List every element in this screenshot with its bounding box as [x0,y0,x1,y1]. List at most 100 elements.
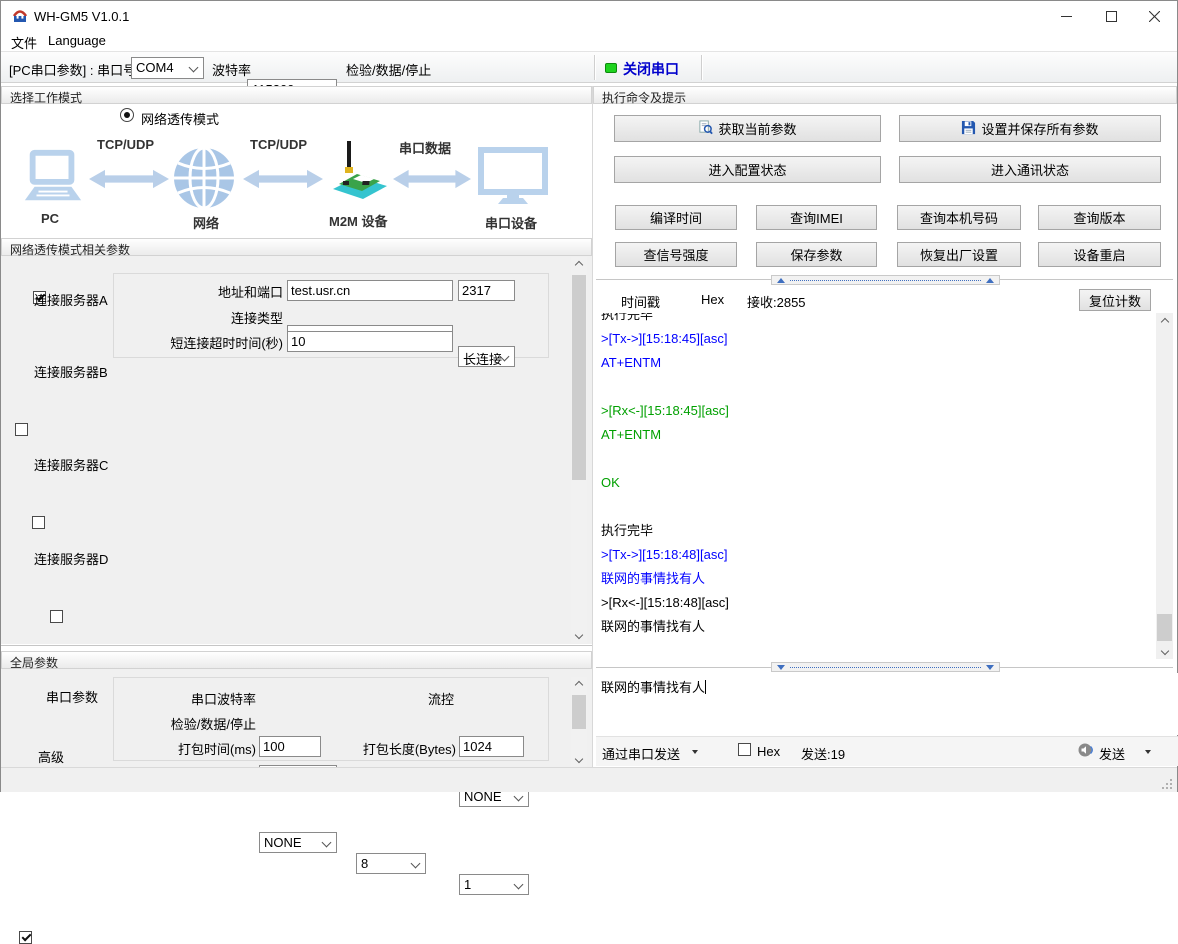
net-transparent-mode-label: 网络透传模式 [141,109,219,128]
compile-time-button[interactable]: 编译时间 [615,205,737,230]
menu-language[interactable]: Language [48,33,106,48]
server-d-label: 连接服务器D [34,549,108,568]
collapse-down-icon [986,665,994,670]
collapse-down-icon [777,665,785,670]
serial-params-label: 串口参数 [46,687,98,706]
set-save-params-label: 设置并保存所有参数 [981,119,1098,138]
log-line: 联网的事情找有人 [601,567,1156,591]
advanced-checkbox[interactable] [19,931,32,944]
scroll-down-icon[interactable] [1156,642,1173,659]
panel-separator [592,86,593,767]
text-caret [705,680,706,694]
enter-config-button[interactable]: 进入配置状态 [614,156,881,183]
status-bar [1,767,1177,792]
menu-file[interactable]: 文件 [11,33,37,52]
send-button[interactable]: 发送 [1099,744,1125,763]
g-stopbits-combo[interactable]: 1 [459,874,529,895]
log-line: 执行完毕 [601,519,1156,543]
server-c-label: 连接服务器C [34,455,108,474]
app-window: { "window": { "title": "WH-GM5 V1.0.1" }… [0,0,1178,792]
send-hex-checkbox[interactable] [738,743,751,756]
log-view[interactable]: 执行完毕>[Tx->][15:18:45][asc]AT+ENTM >[Rx<-… [596,313,1156,659]
speaker-icon [1078,742,1094,763]
short-conn-timeout-input[interactable] [287,331,453,352]
log-content: 执行完毕>[Tx->][15:18:45][asc]AT+ENTM >[Rx<-… [596,313,1156,639]
server-address-input[interactable] [287,280,453,301]
arrow-icon [89,169,169,194]
resize-grip-icon[interactable] [1161,776,1172,794]
net-params-scrollbar[interactable] [571,257,587,643]
reset-count-button[interactable]: 复位计数 [1079,289,1151,311]
close-icon [1149,11,1160,22]
query-number-button[interactable]: 查询本机号码 [897,205,1021,230]
minimize-button[interactable] [1044,1,1089,31]
scrollbar-thumb[interactable] [1157,614,1172,641]
panel-divider [1,645,592,647]
set-save-params-button[interactable]: 设置并保存所有参数 [899,115,1161,142]
log-line: 联网的事情找有人 [601,615,1156,639]
scroll-down-icon[interactable] [571,627,587,643]
scroll-up-icon[interactable] [1156,313,1173,330]
maximize-button[interactable] [1089,1,1134,31]
g-parity-combo[interactable]: NONE [259,832,337,853]
pc-serial-label: [PC串口参数] : 串口号 [9,60,136,79]
short-conn-timeout-label: 短连接超时时间(秒) [111,333,283,352]
com-port-combo[interactable]: COM4 [131,57,204,79]
log-line: 执行完毕 [601,313,1156,327]
global-scrollbar[interactable] [571,677,587,767]
server-b-label: 连接服务器B [34,362,108,381]
dropdown-arrow-icon[interactable] [692,750,698,754]
parity-data-stop-label: 检验/数据/停止 [346,60,431,79]
addr-port-label: 地址和端口 [111,282,283,301]
maximize-icon [1106,11,1117,22]
menu-bar: 文件 Language [1,31,1177,51]
splitter-handle-top[interactable] [771,275,1000,285]
server-port-input[interactable] [458,280,515,301]
net-transparent-mode-radio[interactable] [120,108,134,122]
device-restart-button[interactable]: 设备重启 [1038,242,1161,267]
send-input-text: 联网的事情找有人 [601,680,705,695]
node-label-m2m: M2M 设备 [329,211,388,230]
m2m-device-icon [329,139,391,210]
link-label-tcp1: TCP/UDP [97,137,154,152]
send-via-dropdown[interactable]: 通过串口发送 [602,744,680,763]
send-count: 发送:19 [801,744,845,763]
title-bar: WH-GM5 V1.0.1 [1,1,1177,31]
scroll-down-icon[interactable] [571,751,587,767]
scrollbar-thumb[interactable] [572,695,586,729]
minimize-icon [1061,11,1072,22]
net-params-header: 网络透传模式相关参数 [1,238,592,256]
close-port-button[interactable]: 关闭串口 [623,59,679,79]
server-d-checkbox[interactable] [50,610,63,623]
window-title: WH-GM5 V1.0.1 [34,9,129,24]
splitter-handle-bottom[interactable] [771,662,1000,672]
factory-reset-button[interactable]: 恢复出厂设置 [897,242,1021,267]
conn-mode-value: 长连接 [463,352,502,367]
get-params-label: 获取当前参数 [718,119,796,138]
conn-mode-combo[interactable]: 长连接 [458,346,515,367]
log-line [601,495,1156,519]
enter-comm-button[interactable]: 进入通讯状态 [899,156,1161,183]
log-line: OK [601,471,1156,495]
save-params-button[interactable]: 保存参数 [756,242,877,267]
scrollbar-thumb[interactable] [572,275,586,480]
server-c-checkbox[interactable] [32,516,45,529]
g-databits-combo[interactable]: 8 [356,853,426,874]
workmode-header: 选择工作模式 [1,86,592,104]
log-scrollbar[interactable] [1156,313,1173,659]
scroll-up-icon[interactable] [571,677,587,693]
query-imei-button[interactable]: 查询IMEI [756,205,877,230]
query-signal-button[interactable]: 查信号强度 [615,242,737,267]
send-toolbar: 通过串口发送 Hex 发送:19 发送 [596,736,1178,766]
query-version-button[interactable]: 查询版本 [1038,205,1161,230]
get-params-button[interactable]: 获取当前参数 [614,115,881,142]
server-b-checkbox[interactable] [15,423,28,436]
com-port-value: COM4 [136,60,174,75]
scroll-up-icon[interactable] [571,257,587,273]
send-dropdown-arrow-icon[interactable] [1145,750,1151,754]
pack-time-input[interactable] [259,736,321,757]
close-button[interactable] [1132,1,1177,31]
chevron-down-icon [411,859,421,869]
send-input[interactable]: 联网的事情找有人 [596,673,1178,735]
pack-len-input[interactable] [459,736,524,757]
